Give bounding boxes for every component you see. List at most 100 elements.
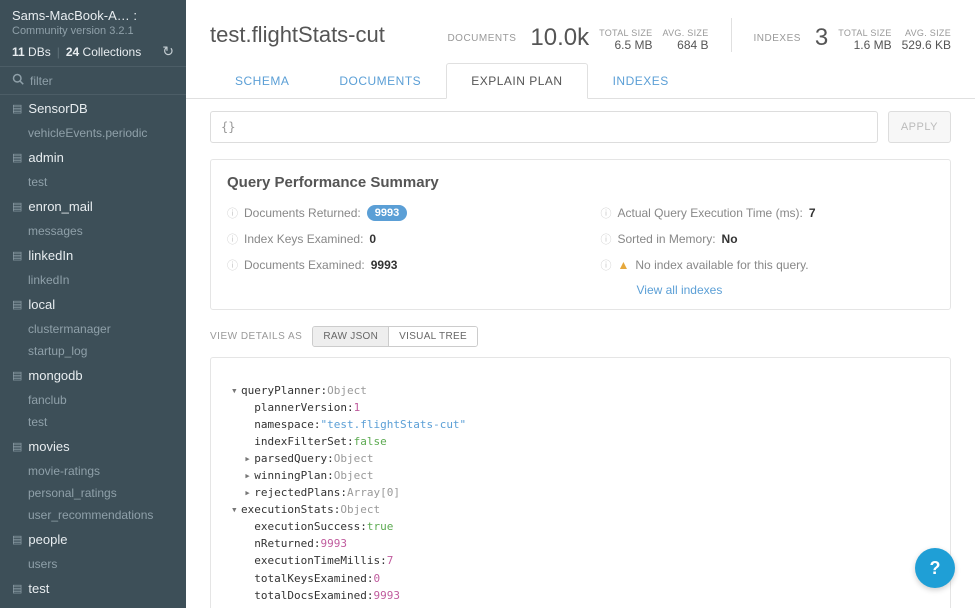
namespace-title: test.flightStats-cut bbox=[210, 22, 385, 48]
tabs: SCHEMA DOCUMENTS EXPLAIN PLAN INDEXES bbox=[186, 63, 975, 99]
database-row[interactable]: ▤ movies bbox=[0, 433, 186, 460]
indexes-count: 3 bbox=[815, 24, 828, 52]
search-icon bbox=[12, 73, 24, 88]
info-icon: ⓘ bbox=[601, 205, 612, 221]
database-row[interactable]: ▤ enron_mail bbox=[0, 193, 186, 220]
view-toggle: VIEW DETAILS AS RAW JSON VISUAL TREE bbox=[210, 326, 951, 347]
explain-json[interactable]: ▾queryPlanner:Object plannerVersion:1 na… bbox=[210, 357, 951, 608]
documents-count: 10.0k bbox=[530, 24, 589, 52]
database-name: movies bbox=[28, 439, 69, 454]
documents-caption: DOCUMENTS bbox=[447, 33, 516, 44]
collection-row[interactable]: user_recommendations bbox=[0, 504, 186, 526]
perf-title: Query Performance Summary bbox=[227, 174, 934, 191]
database-row[interactable]: ▤ linkedIn bbox=[0, 242, 186, 269]
docs-examined-row: ⓘ Documents Examined: 9993 bbox=[227, 257, 561, 273]
database-row[interactable]: ▤local bbox=[0, 291, 186, 318]
indexes-stats: INDEXES 3 total size 1.6 MB avg. size 52… bbox=[754, 24, 951, 52]
toggle-group: RAW JSON VISUAL TREE bbox=[312, 326, 478, 347]
database-list: ▤ SensorDB vehicleEvents.periodic ▤ admin tes… bbox=[0, 95, 186, 608]
database-name: test bbox=[28, 581, 49, 596]
collection-row[interactable]: startup_log bbox=[0, 340, 186, 362]
documents-stats: DOCUMENTS 10.0k total size 6.5 MB avg. s… bbox=[447, 24, 708, 52]
apply-button[interactable]: APPLY bbox=[888, 111, 951, 143]
collection-row[interactable]: linkedIn bbox=[0, 269, 186, 291]
toggle-raw-json[interactable]: RAW JSON bbox=[313, 327, 388, 346]
stats-block: DOCUMENTS 10.0k total size 6.5 MB avg. s… bbox=[447, 18, 951, 52]
doc-avg-size: 684 B bbox=[662, 38, 708, 52]
database-row[interactable]: ▤ admin bbox=[0, 144, 186, 171]
tab-explain-plan[interactable]: EXPLAIN PLAN bbox=[446, 63, 587, 99]
db-stats-line: 11 DBs | 24 Collections ↻ bbox=[12, 43, 174, 60]
database-name: admin bbox=[28, 150, 63, 165]
database-name: mongodb bbox=[28, 368, 82, 383]
query-input[interactable]: {} bbox=[210, 111, 878, 143]
info-icon: ⓘ bbox=[227, 257, 238, 273]
collection-row[interactable]: test bbox=[0, 171, 186, 193]
help-fab[interactable]: ? bbox=[915, 548, 955, 588]
info-icon: ⓘ bbox=[601, 231, 612, 247]
collection-row[interactable]: movie-ratings bbox=[0, 460, 186, 482]
top-bar: test.flightStats-cut DOCUMENTS 10.0k tot… bbox=[186, 0, 975, 63]
database-icon: ▤ bbox=[12, 582, 22, 595]
collection-row[interactable]: personal_ratings bbox=[0, 482, 186, 504]
indexes-caption: INDEXES bbox=[754, 33, 801, 44]
doc-total-size: 6.5 MB bbox=[599, 38, 652, 52]
filter-row[interactable] bbox=[0, 67, 186, 95]
refresh-icon[interactable]: ↻ bbox=[162, 43, 174, 60]
collection-row[interactable]: vehicleEvents.periodic bbox=[0, 122, 186, 144]
database-icon: ▤ bbox=[12, 440, 22, 453]
filter-input[interactable] bbox=[30, 74, 174, 88]
database-icon: ▤ bbox=[12, 369, 22, 382]
tab-schema[interactable]: SCHEMA bbox=[210, 63, 314, 99]
database-name: people bbox=[28, 532, 67, 547]
database-icon: ▤ bbox=[12, 102, 22, 115]
toggle-visual-tree[interactable]: VISUAL TREE bbox=[388, 327, 477, 346]
info-icon: ⓘ bbox=[601, 257, 612, 273]
dbs-count: 11 bbox=[12, 45, 25, 59]
version-line: Community version 3.2.1 bbox=[12, 25, 174, 37]
host-name: Sams-MacBook-A… : bbox=[12, 8, 174, 23]
collection-row[interactable]: big bbox=[0, 602, 186, 608]
database-row[interactable]: ▤ test bbox=[0, 575, 186, 602]
collection-row[interactable]: users bbox=[0, 553, 186, 575]
database-icon: ▤ bbox=[12, 200, 22, 213]
main: test.flightStats-cut DOCUMENTS 10.0k tot… bbox=[186, 0, 975, 608]
dbs-label: DBs bbox=[28, 45, 51, 59]
database-name: enron_mail bbox=[28, 199, 92, 214]
sidebar: Sams-MacBook-A… : Community version 3.2.… bbox=[0, 0, 186, 608]
view-all-indexes-link[interactable]: View all indexes bbox=[637, 283, 723, 297]
database-row[interactable]: ▤ SensorDB bbox=[0, 95, 186, 122]
index-keys-row: ⓘ Index Keys Examined: 0 bbox=[227, 231, 561, 247]
view-details-label: VIEW DETAILS AS bbox=[210, 331, 302, 342]
database-name: linkedIn bbox=[28, 248, 73, 263]
database-row[interactable]: ▤ mongodb bbox=[0, 362, 186, 389]
idx-avg-size: 529.6 KB bbox=[902, 38, 951, 52]
database-icon: ▤ bbox=[12, 249, 22, 262]
database-name: local bbox=[28, 297, 55, 312]
info-icon: ⓘ bbox=[227, 231, 238, 247]
colls-label: Collections bbox=[83, 45, 142, 59]
colls-count: 24 bbox=[66, 45, 79, 59]
database-name: SensorDB bbox=[28, 101, 87, 116]
info-icon: ⓘ bbox=[227, 205, 238, 221]
query-row: {} APPLY bbox=[210, 111, 951, 143]
database-row[interactable]: ▤ people bbox=[0, 526, 186, 553]
database-icon: ▤ bbox=[12, 533, 22, 546]
tab-documents[interactable]: DOCUMENTS bbox=[314, 63, 446, 99]
content: {} APPLY Query Performance Summary ⓘ Doc… bbox=[186, 99, 975, 608]
collection-row[interactable]: messages bbox=[0, 220, 186, 242]
exec-time-row: ⓘ Actual Query Execution Time (ms): 7 bbox=[601, 205, 935, 221]
sidebar-header: Sams-MacBook-A… : Community version 3.2.… bbox=[0, 0, 186, 67]
idx-total-size: 1.6 MB bbox=[838, 38, 891, 52]
docs-returned-row: ⓘ Documents Returned: 9993 bbox=[227, 205, 561, 221]
collection-row[interactable]: clustermanager bbox=[0, 318, 186, 340]
collection-row[interactable]: fanclub bbox=[0, 389, 186, 411]
warning-icon: ▲ bbox=[618, 258, 630, 272]
collection-row[interactable]: test bbox=[0, 411, 186, 433]
no-index-row: ⓘ ▲ No index available for this query. bbox=[601, 257, 935, 273]
performance-summary: Query Performance Summary ⓘ Documents Re… bbox=[210, 159, 951, 310]
tab-indexes[interactable]: INDEXES bbox=[588, 63, 694, 99]
database-icon: ▤ bbox=[12, 151, 22, 164]
sorted-mem-row: ⓘ Sorted in Memory: No bbox=[601, 231, 935, 247]
docs-returned-badge: 9993 bbox=[367, 205, 407, 221]
